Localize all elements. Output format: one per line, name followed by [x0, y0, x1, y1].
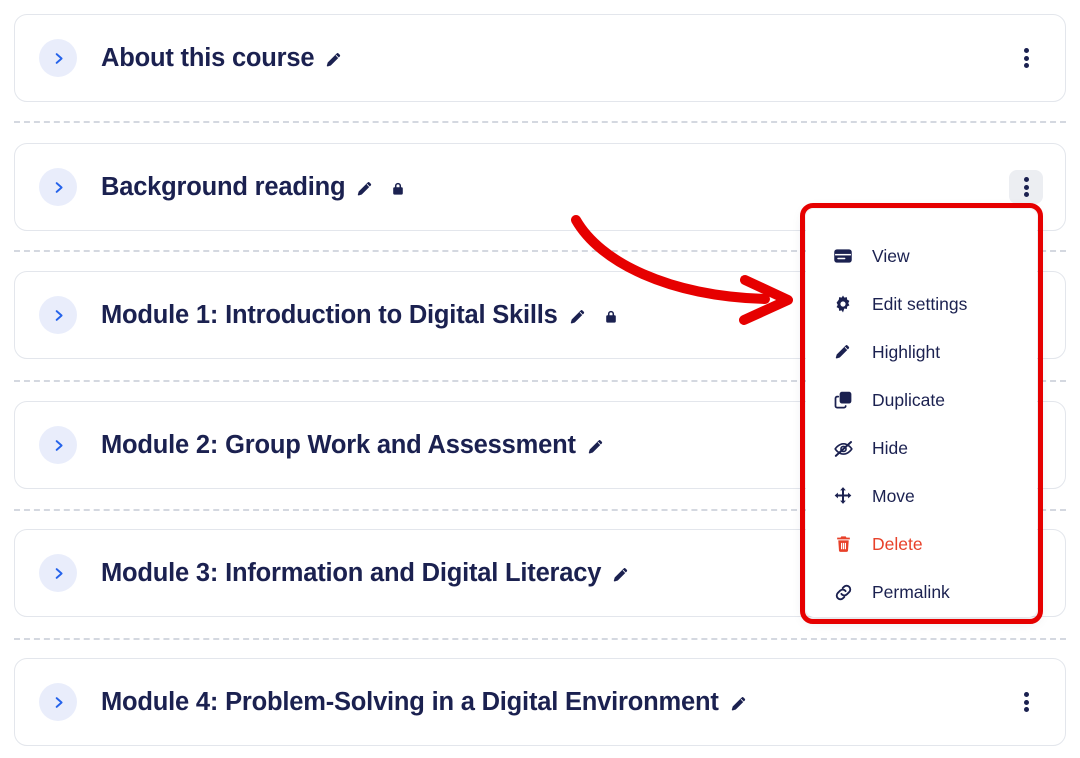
- kebab-menu-icon: [1023, 175, 1029, 198]
- section-title-text[interactable]: About this course: [101, 44, 315, 73]
- section-card-inner: About this course: [15, 15, 1065, 101]
- menu-item-delete[interactable]: Delete: [806, 524, 1037, 564]
- gear-icon: [832, 294, 854, 314]
- menu-item-move[interactable]: Move: [806, 476, 1037, 516]
- section-card: About this course: [14, 14, 1066, 102]
- link-icon: [832, 582, 854, 603]
- eye-slash-icon: [832, 438, 854, 459]
- move-arrows-icon: [832, 486, 854, 506]
- duplicate-icon: [832, 390, 854, 410]
- section-title: Module 2: Group Work and Assessment: [101, 431, 605, 460]
- chevron-right-icon: [51, 438, 66, 453]
- menu-item-label: Move: [872, 485, 915, 506]
- pencil-icon[interactable]: [730, 695, 748, 713]
- menu-item-label: Permalink: [872, 581, 950, 602]
- section-card: Module 4: Problem-Solving in a Digital E…: [14, 658, 1066, 746]
- menu-item-hide[interactable]: Hide: [806, 428, 1037, 468]
- pencil-icon[interactable]: [325, 51, 343, 69]
- section-title-text[interactable]: Module 2: Group Work and Assessment: [101, 431, 576, 460]
- course-section-list: About this course Background reading Mod…: [0, 0, 1080, 758]
- chevron-right-icon: [51, 51, 66, 66]
- pencil-icon[interactable]: [612, 566, 630, 584]
- section-separator: [14, 638, 1066, 640]
- section-expand-toggle[interactable]: [39, 426, 77, 464]
- section-title: Background reading: [101, 173, 406, 202]
- section-expand-toggle[interactable]: [39, 296, 77, 334]
- menu-item-label: Edit settings: [872, 293, 968, 314]
- menu-item-label: Delete: [872, 533, 923, 554]
- section-actions-kebab-button[interactable]: [1009, 170, 1043, 204]
- section-actions-kebab-button[interactable]: [1009, 685, 1043, 719]
- chevron-right-icon: [51, 566, 66, 581]
- menu-item-permalink[interactable]: Permalink: [806, 572, 1037, 612]
- section-title: About this course: [101, 44, 343, 73]
- section-expand-toggle[interactable]: [39, 554, 77, 592]
- view-window-icon: [832, 246, 854, 266]
- chevron-right-icon: [51, 180, 66, 195]
- section-title-text[interactable]: Module 4: Problem-Solving in a Digital E…: [101, 688, 719, 717]
- menu-item-highlight[interactable]: Highlight: [806, 332, 1037, 372]
- chevron-right-icon: [51, 695, 66, 710]
- section-title: Module 3: Information and Digital Litera…: [101, 559, 630, 588]
- chevron-right-icon: [51, 308, 66, 323]
- section-expand-toggle[interactable]: [39, 39, 77, 77]
- kebab-menu-icon: [1023, 690, 1029, 713]
- pencil-icon: [832, 343, 854, 361]
- section-expand-toggle[interactable]: [39, 683, 77, 721]
- section-title-text[interactable]: Module 3: Information and Digital Litera…: [101, 559, 601, 588]
- menu-item-label: Highlight: [872, 341, 941, 362]
- menu-item-duplicate[interactable]: Duplicate: [806, 380, 1037, 420]
- section-title-text[interactable]: Background reading: [101, 173, 346, 202]
- pencil-icon[interactable]: [587, 438, 605, 456]
- section-title: Module 1: Introduction to Digital Skills: [101, 301, 619, 330]
- menu-item-label: Hide: [872, 437, 908, 458]
- section-card-inner: Module 4: Problem-Solving in a Digital E…: [15, 659, 1065, 745]
- lock-icon: [603, 308, 619, 325]
- section-actions-kebab-button[interactable]: [1009, 41, 1043, 75]
- menu-item-label: Duplicate: [872, 389, 945, 410]
- section-expand-toggle[interactable]: [39, 168, 77, 206]
- section-separator: [14, 121, 1066, 123]
- menu-item-view[interactable]: View: [806, 236, 1037, 276]
- pencil-icon[interactable]: [569, 308, 587, 326]
- lock-icon: [390, 180, 406, 197]
- kebab-menu-icon: [1023, 46, 1029, 69]
- section-action-menu[interactable]: View Edit settings Highlight Duplicate H…: [806, 209, 1037, 617]
- menu-item-label: View: [872, 245, 910, 266]
- menu-item-edit-settings[interactable]: Edit settings: [806, 284, 1037, 324]
- trash-icon: [832, 534, 854, 554]
- pencil-icon[interactable]: [356, 180, 374, 198]
- section-title: Module 4: Problem-Solving in a Digital E…: [101, 688, 748, 717]
- section-title-text[interactable]: Module 1: Introduction to Digital Skills: [101, 301, 558, 330]
